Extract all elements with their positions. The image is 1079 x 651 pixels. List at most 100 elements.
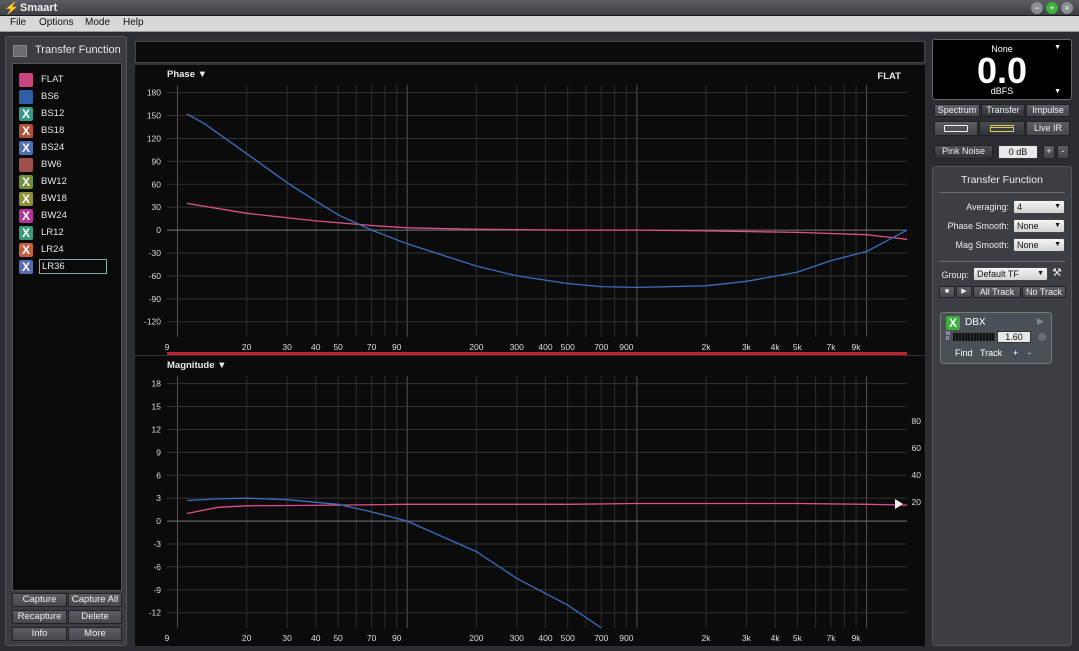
x-tick-label: 7k <box>826 633 836 643</box>
y-tick-label: 15 <box>152 402 162 412</box>
dbx-delay-field[interactable]: 1.60 <box>997 331 1031 343</box>
level-meter[interactable]: None ▼ 0.0 dBFS ▼ <box>932 39 1072 100</box>
trace-toggle[interactable]: X <box>19 192 33 206</box>
phase-plot[interactable]: 180 150 120 90 60 30 0 -30 -60 -90 -120 9 20 30 40 50 70… <box>135 65 925 355</box>
trace-toggle[interactable]: X <box>19 124 33 138</box>
trace-toggle[interactable] <box>19 73 33 87</box>
plot-divider-bar <box>167 352 907 355</box>
minimize-icon[interactable]: − <box>1031 2 1043 14</box>
single-plot-layout-button[interactable] <box>934 121 978 136</box>
trace-item[interactable]: BS6 <box>19 89 115 105</box>
x-tick-label: 400 <box>538 633 552 643</box>
x-tick-label: 30 <box>282 342 292 352</box>
impulse-mode-button[interactable]: Impulse <box>1026 104 1070 117</box>
averaging-select[interactable]: 4 ▼ <box>1013 200 1065 214</box>
dbx-add-button[interactable]: + <box>1013 348 1018 358</box>
stop-button[interactable]: ■ <box>939 286 955 298</box>
x-tick-label: 50 <box>333 342 343 352</box>
trace-item[interactable]: X BS24 <box>19 140 115 156</box>
pink-noise-button[interactable]: Pink Noise <box>934 145 993 159</box>
all-track-button[interactable]: All Track <box>973 286 1021 298</box>
trace-toggle[interactable]: X <box>19 243 33 257</box>
series-line-bs6 <box>186 113 908 289</box>
transfer-mode-button[interactable]: Transfer <box>981 104 1025 117</box>
trace-item[interactable]: X BS18 <box>19 123 115 139</box>
menu-file[interactable]: File <box>10 17 26 28</box>
noise-level-up-button[interactable]: + <box>1043 145 1055 159</box>
info-button[interactable]: Info <box>12 627 67 641</box>
trace-toggle[interactable]: X <box>19 107 33 121</box>
group-select[interactable]: Default TF ▼ <box>973 267 1048 281</box>
x-tick-label: 700 <box>594 633 608 643</box>
trace-toggle[interactable]: X <box>19 209 33 223</box>
capture-button[interactable]: Capture <box>12 593 67 607</box>
trace-toggle[interactable]: X <box>19 226 33 240</box>
trace-toggle[interactable] <box>19 158 33 172</box>
close-icon[interactable]: × <box>1061 2 1073 14</box>
y-tick-label: 18 <box>152 379 162 389</box>
dbx-enable-toggle[interactable]: X <box>946 316 960 330</box>
trace-toggle[interactable]: X <box>19 175 33 189</box>
trace-name[interactable]: LR36 <box>39 259 107 274</box>
noise-level-down-button[interactable]: - <box>1057 145 1069 159</box>
trace-name: BS12 <box>41 108 65 119</box>
x-tick-label: 90 <box>392 633 402 643</box>
trace-toggle[interactable] <box>19 90 33 104</box>
measurement-dbx[interactable]: X DBX ▶ MR 1.60 Find Track + - <box>940 312 1052 364</box>
mag-smooth-select[interactable]: None ▼ <box>1013 238 1065 252</box>
phase-plot-title[interactable]: Phase ▼ <box>167 69 207 80</box>
magnitude-plot-title[interactable]: Magnitude ▼ <box>167 360 227 371</box>
dual-plot-layout-button[interactable] <box>979 121 1025 136</box>
y-tick-label: 12 <box>152 424 162 434</box>
dbx-find-button[interactable]: Find <box>955 348 973 358</box>
spectrum-mode-button[interactable]: Spectrum <box>934 104 980 117</box>
no-track-button[interactable]: No Track <box>1022 286 1066 298</box>
play-button[interactable]: ▶ <box>956 286 972 298</box>
graph-area: 180 150 120 90 60 30 0 -30 -60 -90 -120 9 20 30 40 50 70… <box>135 38 926 646</box>
y2-tick-label: 80 <box>912 416 922 426</box>
trace-item[interactable]: X LR24 <box>19 242 115 258</box>
chevron-down-icon: ▼ <box>1054 222 1061 229</box>
menu-mode[interactable]: Mode <box>85 17 110 28</box>
live-ir-button[interactable]: Live IR <box>1026 121 1070 136</box>
phase-smooth-select[interactable]: None ▼ <box>1013 219 1065 233</box>
trace-toggle[interactable]: X <box>19 141 33 155</box>
x-tick-label: 90 <box>392 342 402 352</box>
trace-name: FLAT <box>41 74 64 85</box>
menu-options[interactable]: Options <box>39 17 73 28</box>
trace-item[interactable]: BW6 <box>19 157 115 173</box>
meter-unit: dBFS <box>990 86 1014 96</box>
dbx-remove-button[interactable]: - <box>1028 348 1031 358</box>
recapture-button[interactable]: Recapture <box>12 610 67 624</box>
meter-unit-dropdown-icon[interactable]: ▼ <box>1054 88 1061 95</box>
trace-toggle[interactable]: X <box>19 260 33 274</box>
group-settings-tools-icon[interactable]: ⚒ <box>1052 266 1062 279</box>
y-tick-label: 120 <box>147 133 161 143</box>
magnitude-plot[interactable]: 18 15 12 9 6 3 0 -3 -6 -9 -12 80 60 40 20 9 20 30 40 50 70 90… <box>135 356 925 646</box>
trace-item[interactable]: X BW24 <box>19 208 115 224</box>
trace-item[interactable]: FLAT <box>19 72 115 88</box>
y-tick-label: 180 <box>147 88 161 98</box>
transfer-function-panel: Transfer Function Averaging: 4 ▼ Phase S… <box>932 166 1072 646</box>
dbx-track-button[interactable]: Track <box>980 348 1002 358</box>
y-tick-label: 6 <box>156 470 161 480</box>
trace-item[interactable]: X BW12 <box>19 174 115 190</box>
x-tick-label: 300 <box>510 342 524 352</box>
more-button[interactable]: More <box>68 627 122 641</box>
trace-item[interactable]: X LR36 <box>19 259 115 275</box>
trace-item[interactable]: X LR12 <box>19 225 115 241</box>
delete-button[interactable]: Delete <box>68 610 122 624</box>
x-tick-label: 3k <box>742 633 752 643</box>
x-tick-label: 4k <box>771 342 781 352</box>
panel-toggle-checkbox[interactable] <box>13 45 27 57</box>
mag-smooth-label: Mag Smooth: <box>955 240 1009 250</box>
menu-help[interactable]: Help <box>123 17 144 28</box>
capture-all-button[interactable]: Capture All <box>68 593 122 607</box>
noise-level-field[interactable]: 0 dB <box>998 145 1038 159</box>
trace-item[interactable]: X BW18 <box>19 191 115 207</box>
trace-item[interactable]: X BS12 <box>19 106 115 122</box>
series-line-bs6 <box>186 497 602 629</box>
dbx-play-icon[interactable]: ▶ <box>1037 316 1044 327</box>
maximize-icon[interactable]: + <box>1046 2 1058 14</box>
y-tick-label: -30 <box>149 248 162 258</box>
